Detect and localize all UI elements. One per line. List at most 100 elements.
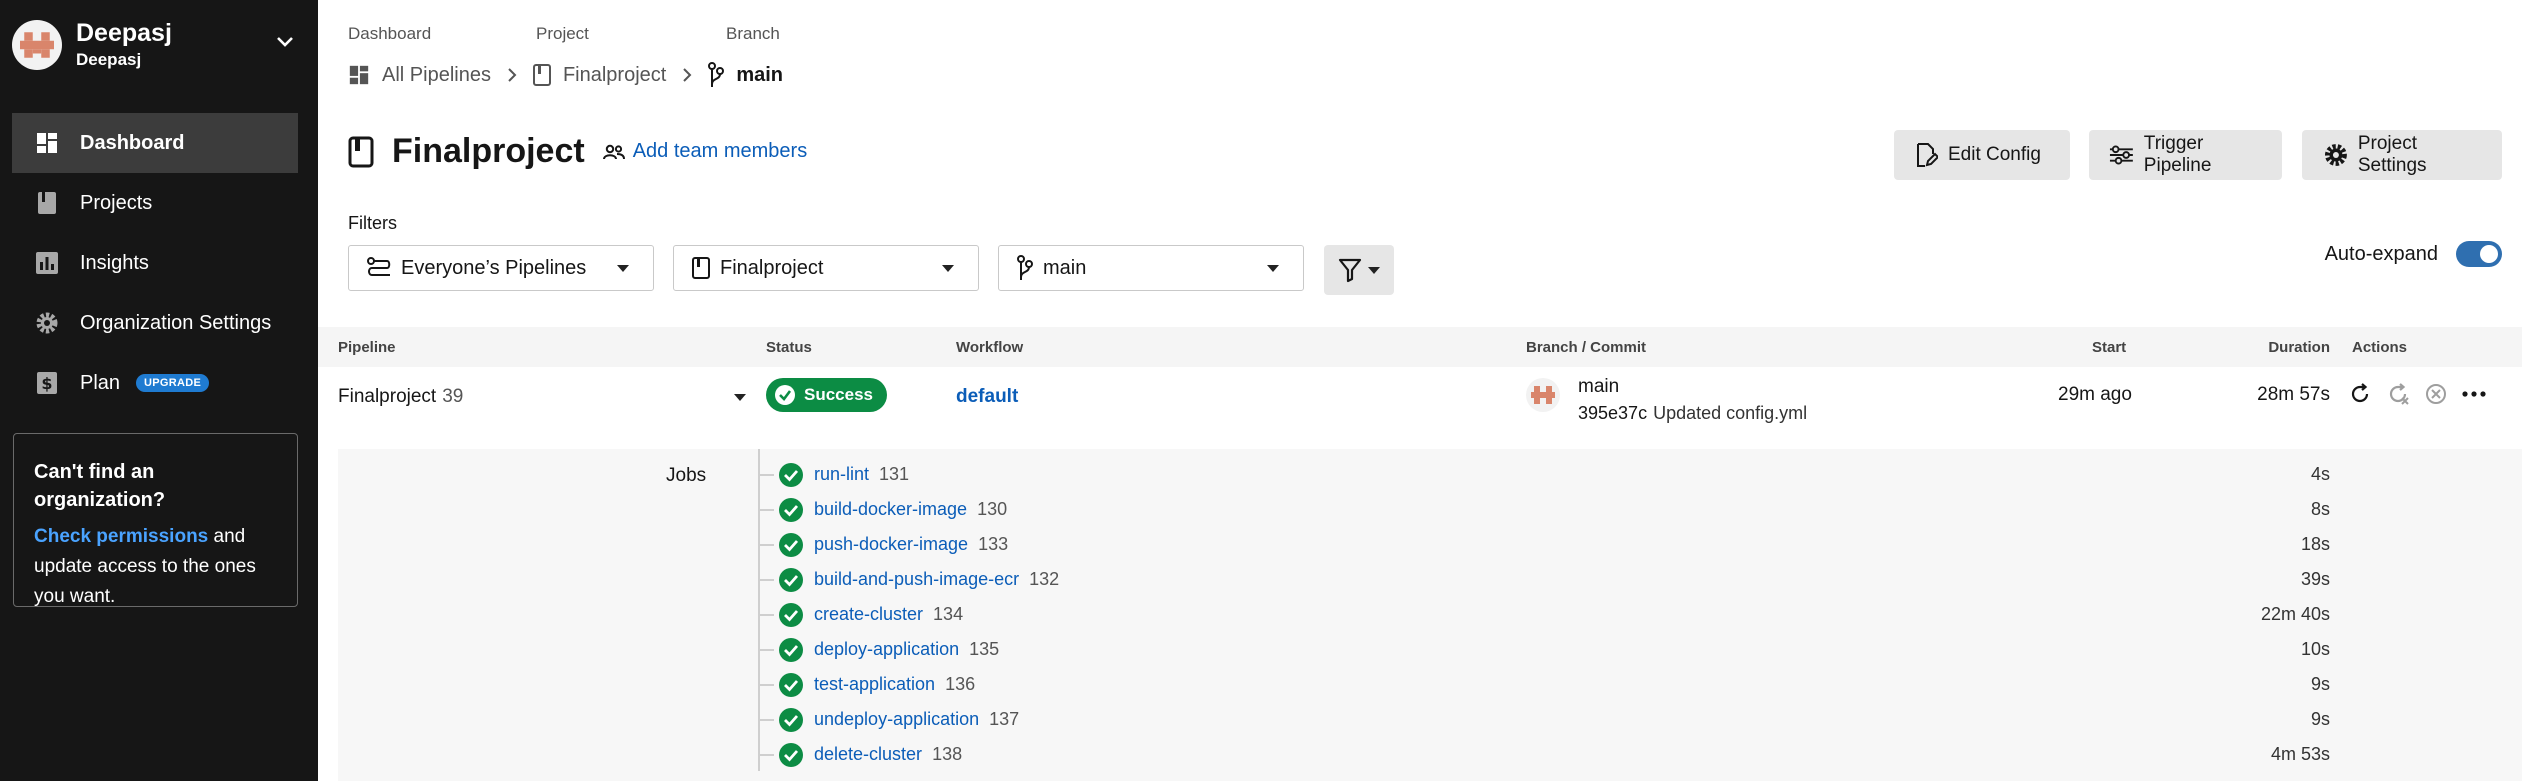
job-duration: 18s (2300, 534, 2330, 554)
check-circle-icon (778, 602, 804, 628)
edit-config-button[interactable]: Edit Config (1894, 130, 2070, 180)
check-circle-icon (778, 742, 804, 768)
rerun-icon[interactable] (2348, 382, 2372, 406)
job-name-link[interactable]: delete-cluster (814, 744, 922, 765)
job-row[interactable]: delete-cluster 138 4m 53s (758, 737, 2408, 772)
status-badge[interactable]: Success (766, 378, 887, 412)
column-header-duration: Duration (2268, 339, 2330, 356)
job-duration: 4s (2310, 464, 2330, 484)
job-name-link[interactable]: build-and-push-image-ecr (814, 569, 1019, 590)
jobs-panel: Jobs run-lint 131 4s build-docker-image 130 8… (338, 449, 2522, 781)
job-row[interactable]: push-docker-image 133 18s (758, 527, 2408, 562)
commit-message: Updated config.yml (1653, 403, 1808, 423)
book-icon (348, 136, 374, 168)
job-row[interactable]: deploy-application 135 10s (758, 632, 2408, 667)
tree-connector (758, 543, 774, 546)
job-duration: 9s (2310, 674, 2330, 694)
advanced-filter-button[interactable] (1324, 245, 1394, 295)
breadcrumb-all-pipelines[interactable]: All Pipelines (348, 64, 491, 87)
branch-filter-dropdown[interactable]: main (998, 245, 1304, 291)
avatar (1526, 378, 1560, 412)
pipeline-duration: 28m 57s (2257, 384, 2330, 405)
sidebar-item-insights[interactable]: Insights (12, 233, 298, 293)
job-number: 138 (932, 744, 963, 764)
sliders-icon (2109, 145, 2133, 165)
job-duration: 8s (2310, 499, 2330, 519)
check-permissions-link[interactable]: Check permissions (34, 526, 208, 547)
chevron-down-icon[interactable] (276, 32, 294, 54)
job-name-link[interactable]: push-docker-image (814, 534, 968, 555)
job-name-link[interactable]: deploy-application (814, 639, 959, 660)
job-number: 137 (989, 709, 1020, 729)
sidebar-item-dashboard[interactable]: Dashboard (12, 113, 298, 173)
project-filter-dropdown[interactable]: Finalproject (673, 245, 979, 291)
commit-info: 395e37c Updated config.yml (1578, 403, 1807, 424)
job-row[interactable]: run-lint 131 4s (758, 457, 2408, 492)
dashboard-icon (34, 130, 60, 156)
page-title: Finalproject (392, 132, 585, 170)
breadcrumb-branch[interactable]: main (708, 62, 783, 88)
chevron-right-icon (507, 67, 517, 83)
caret-down-icon (1267, 265, 1279, 272)
job-row[interactable]: test-application 136 9s (758, 667, 2408, 702)
org-username: Deepasj (76, 50, 142, 69)
caret-down-icon (617, 265, 629, 272)
sidebar-item-plan[interactable]: $ Plan UPGRADE (12, 353, 298, 413)
tree-connector (758, 718, 774, 721)
check-circle-icon (778, 567, 804, 593)
job-name-link[interactable]: test-application (814, 674, 935, 695)
job-row[interactable]: build-and-push-image-ecr 132 39s (758, 562, 2408, 597)
job-number: 135 (969, 639, 1000, 659)
pipeline-name[interactable]: Finalproject 39 (338, 386, 463, 408)
pipeline-row[interactable]: Finalproject 39 Success default main 395e… (318, 368, 2522, 438)
column-header-branch-commit: Branch / Commit (1526, 339, 1647, 356)
workflow-link[interactable]: default (956, 386, 1018, 408)
org-switcher[interactable]: Deepasj Deepasj (12, 18, 172, 72)
book-icon (532, 64, 551, 86)
pipeline-number: 39 (442, 386, 464, 407)
funnel-icon (1338, 258, 1362, 283)
job-row[interactable]: build-docker-image 130 8s (758, 492, 2408, 527)
help-box: Can't find an organization? Check permis… (13, 433, 298, 607)
cancel-icon[interactable] (2424, 382, 2448, 406)
expand-caret-icon[interactable] (734, 394, 746, 401)
tree-connector (758, 508, 774, 511)
job-name-link[interactable]: build-docker-image (814, 499, 967, 520)
column-header-start: Start (2092, 339, 2127, 356)
chevron-right-icon (682, 67, 692, 83)
column-header-actions: Actions (2352, 339, 2408, 356)
check-circle-icon (778, 532, 804, 558)
dollar-icon: $ (34, 370, 60, 396)
job-name-link[interactable]: run-lint (814, 464, 869, 485)
job-number: 136 (945, 674, 976, 694)
add-team-members-link[interactable]: Add team members (602, 140, 807, 163)
commit-hash[interactable]: 395e37c (1578, 403, 1647, 423)
check-circle-icon (778, 637, 804, 663)
job-row[interactable]: undeploy-application 137 9s (758, 702, 2408, 737)
tree-connector (758, 613, 774, 616)
auto-expand-toggle[interactable] (2456, 241, 2502, 267)
gear-icon (2324, 144, 2347, 166)
help-title: Can't find an organization? (34, 461, 166, 511)
gear-icon (34, 310, 60, 336)
auto-expand-control: Auto-expand (2325, 241, 2502, 267)
book-icon (692, 257, 710, 279)
people-icon (602, 144, 625, 159)
trigger-pipeline-button[interactable]: Trigger Pipeline (2089, 130, 2282, 180)
sidebar-item-label: Dashboard (80, 131, 185, 154)
job-name-link[interactable]: create-cluster (814, 604, 923, 625)
sidebar-item-projects[interactable]: Projects (12, 173, 298, 233)
git-branch-icon (1017, 255, 1033, 281)
breadcrumb-project[interactable]: Finalproject (532, 64, 666, 87)
sidebar-item-organization-settings[interactable]: Organization Settings (12, 293, 298, 353)
rerun-failed-icon[interactable] (2386, 382, 2410, 406)
job-duration: 39s (2300, 569, 2330, 589)
branch-name[interactable]: main (1578, 376, 1619, 398)
more-options-icon[interactable] (2462, 390, 2486, 398)
project-settings-button[interactable]: Project Settings (2302, 130, 2502, 180)
job-row[interactable]: create-cluster 134 22m 40s (758, 597, 2408, 632)
tree-connector (758, 683, 774, 686)
pipelines-filter-dropdown[interactable]: Everyone’s Pipelines (348, 245, 654, 291)
upgrade-badge[interactable]: UPGRADE (136, 374, 210, 392)
job-name-link[interactable]: undeploy-application (814, 709, 979, 730)
